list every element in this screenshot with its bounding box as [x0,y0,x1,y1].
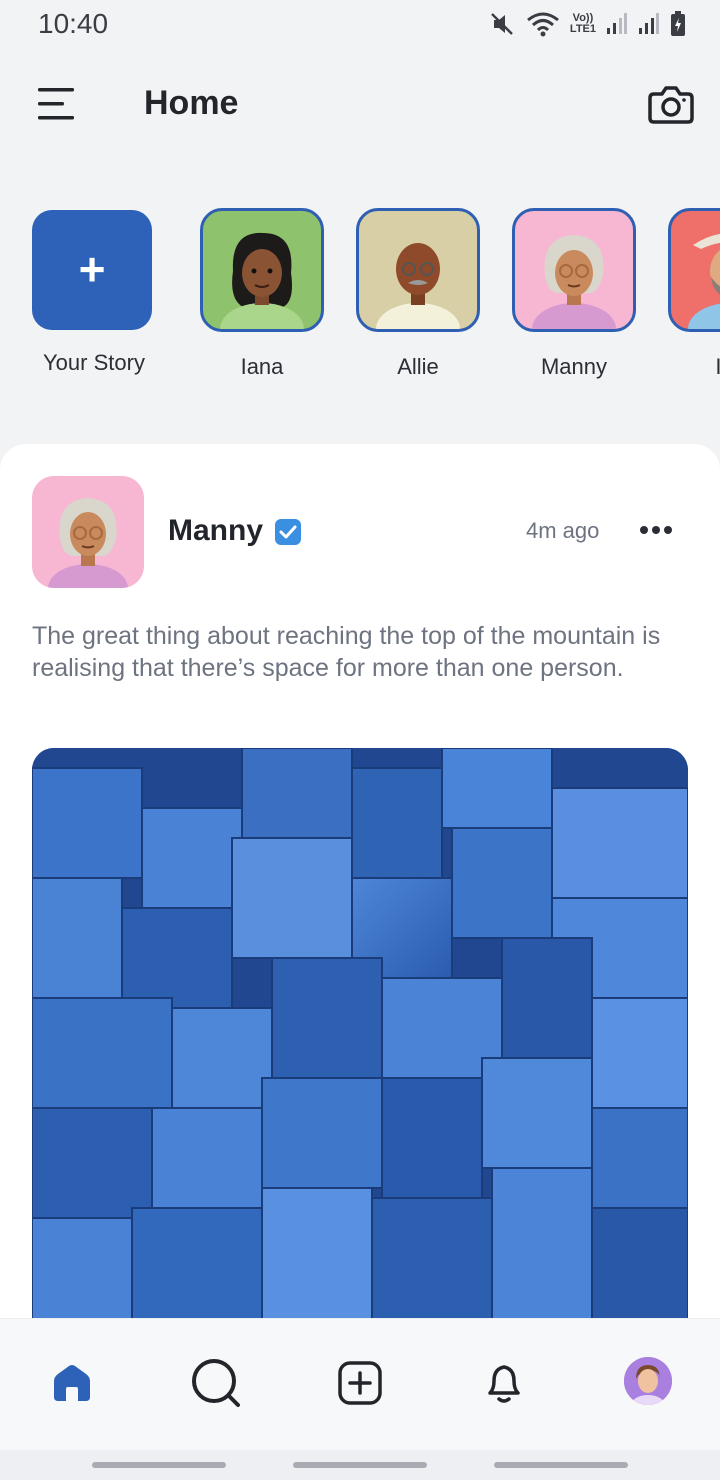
story-your-story[interactable]: + Your Story [32,208,156,376]
blue-cubes-image [32,748,688,1320]
more-icon [640,526,672,534]
profile-avatar [624,1357,672,1405]
status-bar: 10:40 Vo)) LTE1 [0,0,720,50]
story-label: Allie [397,354,439,379]
gesture-pill-center[interactable] [293,1462,427,1468]
app-header: Home [0,60,720,150]
story-avatar[interactable] [356,208,480,332]
post-text: The great thing about reaching the top o… [32,622,661,682]
notifications-icon [488,1365,520,1403]
battery-icon [671,11,685,36]
camera-icon [648,86,694,124]
nav-add-post[interactable] [332,1355,388,1411]
lte-label: LTE1 [569,23,596,35]
menu-button[interactable] [36,84,76,124]
avatar-image [220,232,304,329]
stories-row: + Your Story Iana Allie Manny I [0,208,720,388]
gesture-pill-right[interactable] [494,1462,628,1468]
status-icons: Vo)) LTE1 [490,10,686,38]
plus-icon: + [78,243,106,295]
story-isa[interactable]: Isa [668,208,720,380]
page-title: Home [144,84,239,122]
add-story-button[interactable]: + [32,210,152,330]
story-avatar[interactable] [200,208,324,332]
post-timestamp: 4m ago [526,518,600,543]
signal-icon [607,13,627,34]
story-iana[interactable]: Iana [200,208,324,380]
mute-icon [491,13,513,35]
bottom-navigation [0,1318,720,1450]
add-post-icon [338,1361,382,1405]
story-avatar[interactable] [512,208,636,332]
gesture-pill-left[interactable] [92,1462,226,1468]
verified-badge-icon [275,519,301,545]
camera-button[interactable] [646,80,696,130]
story-label: Your Story [43,350,145,375]
nav-home[interactable] [44,1355,100,1411]
post-author-avatar[interactable] [32,476,144,588]
nav-profile-avatar[interactable] [624,1357,672,1405]
gesture-bar [0,1450,720,1480]
lte-indicator: Vo)) LTE1 [570,13,596,35]
post-image[interactable] [32,748,688,1320]
signal-icon [639,13,659,34]
menu-icon [38,88,74,120]
post-card: Manny 4m ago The great thing about reach… [0,444,720,1344]
search-icon [192,1359,240,1407]
home-icon [54,1365,90,1401]
story-label: Manny [540,354,608,379]
avatar-image [532,235,616,329]
nav-notifications[interactable] [476,1355,532,1411]
post-author-name[interactable]: Manny [168,514,263,548]
story-manny[interactable]: Manny [512,208,636,380]
avatar-image [688,233,720,329]
wifi-icon [526,12,559,37]
post-more-button[interactable] [638,518,674,542]
story-label: Isa [715,354,720,379]
status-time: 10:40 [38,8,109,39]
avatar-image [48,498,128,588]
avatar-image [376,243,460,329]
story-allie[interactable]: Allie [356,208,480,380]
nav-search[interactable] [188,1355,244,1411]
story-label: Iana [240,354,284,379]
story-avatar[interactable] [668,208,720,332]
